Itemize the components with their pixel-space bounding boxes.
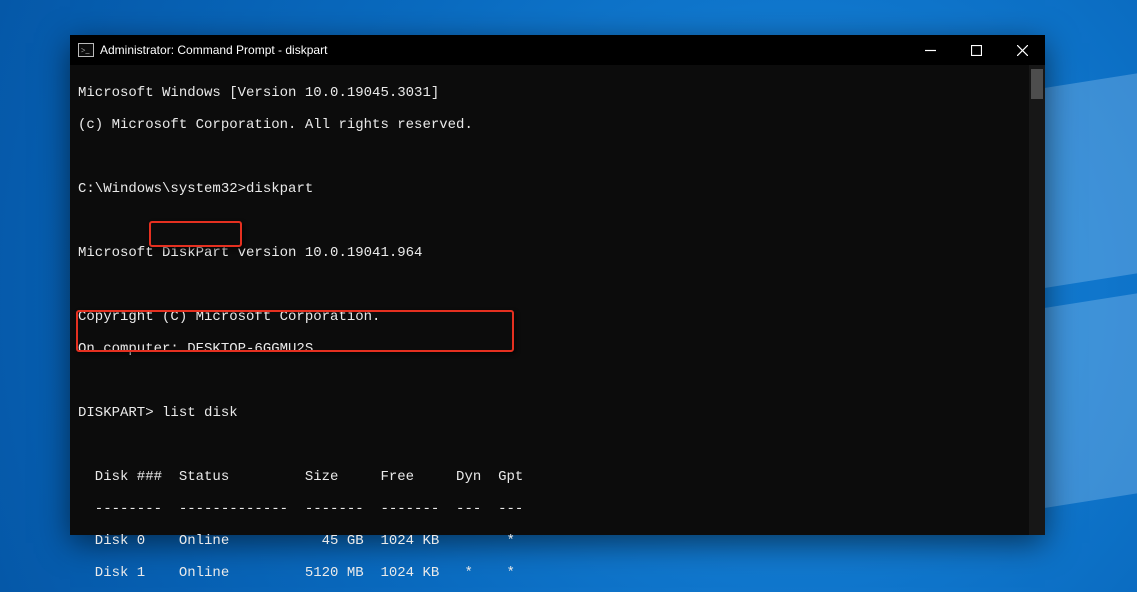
banner-line: (c) Microsoft Corporation. All rights re…: [78, 117, 1029, 133]
table-row: Disk 0 Online 45 GB 1024 KB *: [78, 533, 1029, 549]
console-output: Microsoft Windows [Version 10.0.19045.30…: [70, 65, 1029, 535]
diskpart-version: Microsoft DiskPart version 10.0.19041.96…: [78, 245, 1029, 261]
scrollbar-thumb[interactable]: [1031, 69, 1043, 99]
prompt-line: C:\Windows\system32>diskpart: [78, 181, 1029, 197]
table-rule: -------- ------------- ------- ------- -…: [78, 501, 1029, 517]
close-button[interactable]: [999, 35, 1045, 65]
diskpart-copyright: Copyright (C) Microsoft Corporation.: [78, 309, 1029, 325]
diskpart-computer: On computer: DESKTOP-6GGMU2S: [78, 341, 1029, 357]
minimize-button[interactable]: [907, 35, 953, 65]
title-bar[interactable]: >_ Administrator: Command Prompt - diskp…: [70, 35, 1045, 65]
table-row: Disk 1 Online 5120 MB 1024 KB * *: [78, 565, 1029, 581]
maximize-button[interactable]: [953, 35, 999, 65]
banner-line: Microsoft Windows [Version 10.0.19045.30…: [78, 85, 1029, 101]
diskpart-prompt: DISKPART> list disk: [78, 405, 1029, 421]
command-prompt-icon: >_: [78, 42, 94, 58]
vertical-scrollbar[interactable]: [1029, 65, 1045, 535]
svg-text:>_: >_: [81, 46, 91, 55]
command-prompt-window: >_ Administrator: Command Prompt - diskp…: [70, 35, 1045, 535]
table-header: Disk ### Status Size Free Dyn Gpt: [78, 469, 1029, 485]
window-title: Administrator: Command Prompt - diskpart: [100, 43, 327, 57]
desktop-background: >_ Administrator: Command Prompt - diskp…: [0, 0, 1137, 592]
console-area[interactable]: Microsoft Windows [Version 10.0.19045.30…: [70, 65, 1045, 535]
